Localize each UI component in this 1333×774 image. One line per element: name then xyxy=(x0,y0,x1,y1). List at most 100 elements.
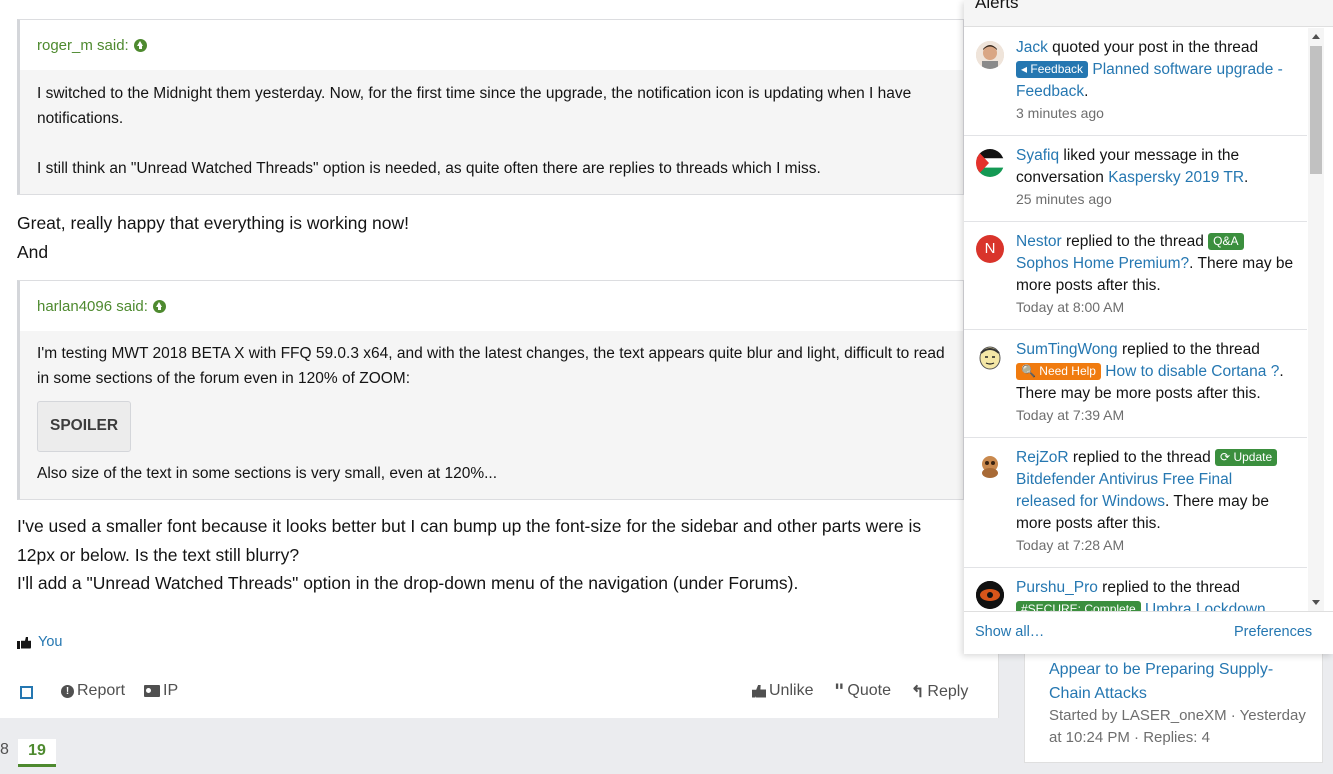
scroll-down-arrow-icon[interactable] xyxy=(1312,600,1320,605)
quote-author[interactable]: harlan4096 said: xyxy=(37,298,148,315)
alerts-list: Jack quoted your post in the thread ◂ Fe… xyxy=(964,28,1307,611)
alert-user-link[interactable]: RejZoR xyxy=(1016,449,1069,466)
quote-label: Quote xyxy=(847,682,892,699)
thread-prefix-tag: 🔍 Need Help xyxy=(1016,363,1101,380)
alert-item[interactable]: Jack quoted your post in the thread ◂ Fe… xyxy=(964,28,1307,136)
quote-header[interactable]: harlan4096 said: xyxy=(20,281,963,331)
thread-prefix-tag: ◂ Feedback xyxy=(1016,61,1089,78)
report-button[interactable]: ! Report xyxy=(61,682,125,700)
alert-user-link[interactable]: SumTingWong xyxy=(1016,341,1118,358)
alerts-scrollbar[interactable] xyxy=(1308,28,1324,611)
alert-thread-link[interactable]: Umbra Lockdown xyxy=(1145,601,1266,611)
thread-prefix-tag: #SECURE: Complete xyxy=(1016,601,1141,611)
quote-paragraph: I still think an "Unread Watched Threads… xyxy=(37,160,821,177)
current-page[interactable]: 19 xyxy=(18,739,56,767)
alert-action-text: replied to the thread xyxy=(1117,341,1260,358)
reply-line: I'll add a "Unread Watched Threads" opti… xyxy=(17,573,799,593)
report-label: Report xyxy=(77,682,126,699)
id-card-icon xyxy=(144,685,160,697)
jump-to-post-icon[interactable] xyxy=(133,38,147,52)
tag-label: Update xyxy=(1233,450,1273,464)
tag-label: Feedback xyxy=(1030,62,1084,76)
page-link[interactable]: 8 xyxy=(0,741,9,759)
reply-label: Reply xyxy=(927,683,969,700)
jump-to-post-icon[interactable] xyxy=(152,299,166,313)
alerts-title: Alerts xyxy=(975,0,1019,12)
alert-thread-link[interactable]: How to disable Cortana ? xyxy=(1105,363,1279,380)
reply-line: 12px or below. Is the text still blurry? xyxy=(17,544,300,565)
avatar[interactable] xyxy=(976,581,1004,609)
quote-header[interactable]: roger_m said: xyxy=(20,20,963,70)
reply-line: And xyxy=(17,241,49,262)
alert-time: Today at 7:28 AM xyxy=(1016,537,1125,553)
quote-body: I switched to the Midnight them yesterda… xyxy=(20,70,963,196)
alert-suffix: . xyxy=(1084,83,1089,100)
reply-button[interactable]: ↰ Reply xyxy=(911,682,968,702)
quote-paragraph: Also size of the text in some sections i… xyxy=(37,464,498,482)
show-all-link[interactable]: Show all… xyxy=(975,624,1044,640)
like-icon xyxy=(17,636,32,649)
alerts-popup: Alerts Jack quoted your post in the thre… xyxy=(964,0,1333,654)
alert-action-text: quoted your post in the thread xyxy=(1047,39,1259,56)
avatar[interactable] xyxy=(976,149,1004,177)
thread-prefix-tag: Q&A xyxy=(1208,233,1244,250)
reactions-bar: You xyxy=(17,634,62,650)
quote-paragraph: I switched to the Midnight them yesterda… xyxy=(37,85,912,127)
unlike-label: Unlike xyxy=(769,682,814,699)
alert-item[interactable]: N Nestor replied to the thread Q&A Sopho… xyxy=(964,222,1307,330)
scroll-up-arrow-icon[interactable] xyxy=(1312,34,1320,39)
alert-item[interactable]: SumTingWong replied to the thread 🔍 Need… xyxy=(964,330,1307,438)
reply-line: Great, really happy that everything is w… xyxy=(17,213,409,233)
sidebar-thread-card: Appear to be Preparing Supply-Chain Atta… xyxy=(1024,645,1323,763)
quote-icon: " xyxy=(834,679,845,703)
alert-thread-link[interactable]: Sophos Home Premium? xyxy=(1016,255,1189,272)
alert-action-text: replied to the thread xyxy=(1097,579,1241,596)
preferences-link[interactable]: Preferences xyxy=(1234,624,1312,640)
reply-arrow-icon: ↰ xyxy=(911,684,925,701)
post-card: roger_m said: I switched to the Midnight… xyxy=(0,0,999,718)
alert-item[interactable]: RejZoR replied to the thread ⟳ Update Bi… xyxy=(964,438,1307,568)
scroll-thumb[interactable] xyxy=(1310,46,1322,174)
warning-icon: ! xyxy=(61,684,74,698)
quote-block-harlan: harlan4096 said: I'm testing MWT 2018 BE… xyxy=(17,280,964,500)
reaction-user-link[interactable]: You xyxy=(38,634,62,650)
select-post-checkbox[interactable] xyxy=(20,686,33,699)
quote-body: I'm testing MWT 2018 BETA X with FFQ 59.… xyxy=(20,331,963,500)
alert-time: 3 minutes ago xyxy=(1016,105,1104,121)
reply-text: Great, really happy that everything is w… xyxy=(17,209,409,266)
ip-button[interactable]: IP xyxy=(144,682,178,700)
alert-action-text: replied to the thread xyxy=(1061,233,1209,250)
alert-item[interactable]: Purshu_Pro replied to the thread #SECURE… xyxy=(964,568,1307,611)
quote-block-roger: roger_m said: I switched to the Midnight… xyxy=(17,19,964,195)
avatar[interactable]: N xyxy=(976,235,1004,263)
alert-user-link[interactable]: Nestor xyxy=(1016,233,1062,250)
sidebar-thread-title[interactable]: Appear to be Preparing Supply-Chain Atta… xyxy=(1049,658,1311,706)
alert-suffix: . xyxy=(1244,169,1249,186)
alerts-header: Alerts xyxy=(964,0,1333,27)
thumbs-up-icon xyxy=(752,684,766,698)
alerts-footer: Show all… Preferences xyxy=(964,611,1333,654)
avatar[interactable] xyxy=(976,451,1004,479)
avatar[interactable] xyxy=(976,41,1004,69)
alert-conversation-link[interactable]: Kaspersky 2019 TR xyxy=(1108,169,1244,186)
alert-user-link[interactable]: Syafiq xyxy=(1016,147,1059,164)
alert-time: Today at 8:00 AM xyxy=(1016,299,1125,315)
alert-time: Today at 7:39 AM xyxy=(1016,407,1125,423)
tag-label: Need Help xyxy=(1039,364,1096,378)
thread-prefix-tag: ⟳ Update xyxy=(1215,449,1278,466)
quote-button[interactable]: " Quote xyxy=(834,679,892,703)
sidebar-thread-meta: Started by LASER_oneXM · Yesterday at 10… xyxy=(1049,707,1306,746)
unlike-button[interactable]: Unlike xyxy=(752,682,813,700)
quote-author[interactable]: roger_m said: xyxy=(37,37,129,54)
alert-action-text: replied to the thread xyxy=(1068,449,1216,466)
spoiler-button[interactable]: SPOILER xyxy=(37,401,132,452)
alert-user-link[interactable]: Purshu_Pro xyxy=(1016,579,1098,596)
post-actions: ! Report IP Unlike " Quote ↰ Reply xyxy=(20,679,968,704)
reply-text: I've used a smaller font because it look… xyxy=(17,512,957,598)
quote-paragraph: I'm testing MWT 2018 BETA X with FFQ 59.… xyxy=(37,345,945,387)
avatar[interactable] xyxy=(976,343,1004,371)
reply-line: I've used a smaller font because it look… xyxy=(17,516,922,536)
alert-time: 25 minutes ago xyxy=(1016,191,1112,207)
alert-item[interactable]: Syafiq liked your message in the convers… xyxy=(964,136,1307,222)
alert-user-link[interactable]: Jack xyxy=(1016,39,1048,56)
